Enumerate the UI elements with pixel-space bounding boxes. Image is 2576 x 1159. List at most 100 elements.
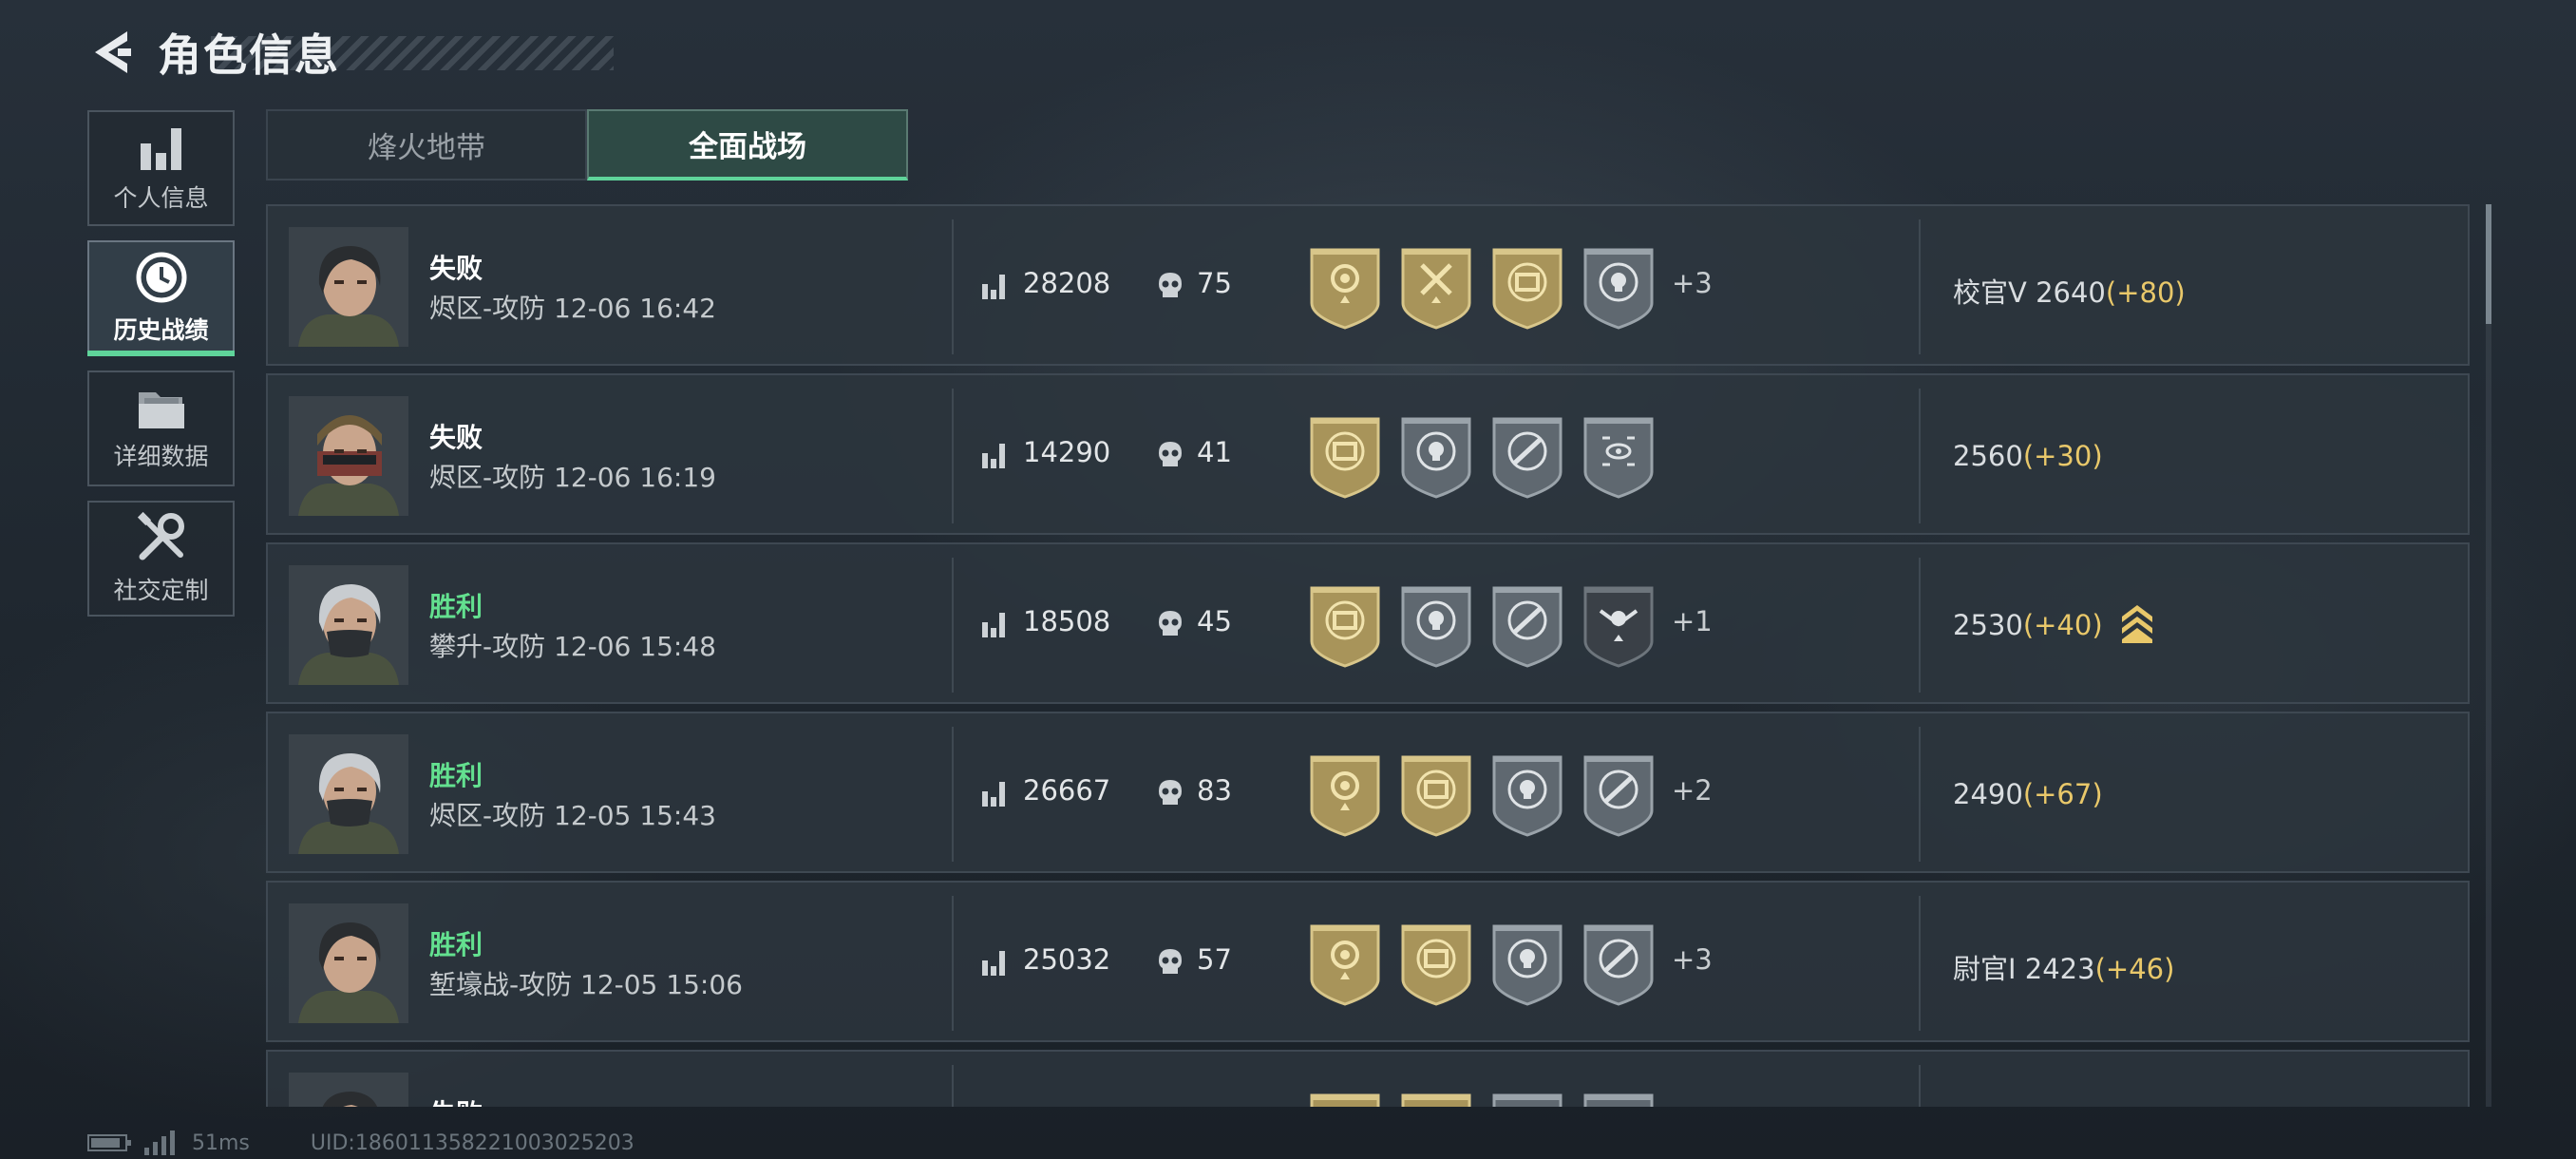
gray-rifle-target-medal-icon[interactable] xyxy=(1490,413,1564,501)
rank-points: 2560 xyxy=(1953,440,2023,472)
gray-rifle-target-medal-icon[interactable] xyxy=(1582,921,1656,1008)
more-medals-count: +1 xyxy=(1672,605,1713,637)
gold-crate-medal-icon[interactable] xyxy=(1308,413,1382,501)
nav-item-match-history[interactable]: 历史战绩 xyxy=(87,240,235,356)
tab-full-battlefield[interactable]: 全面战场 xyxy=(587,109,908,180)
folder-icon xyxy=(138,392,184,428)
match-mode-time: 烬区-攻防 12-06 16:42 xyxy=(429,293,716,324)
back-button[interactable] xyxy=(87,25,135,80)
gray-eye-target-medal-icon[interactable] xyxy=(1582,413,1656,501)
nav-item-detailed-data[interactable]: 详细数据 xyxy=(87,370,235,486)
scroll-thumb[interactable] xyxy=(2486,204,2491,324)
list-scrollbar[interactable] xyxy=(2486,204,2491,1107)
match-kills: 45 xyxy=(1197,605,1232,637)
nav-item-social-custom[interactable]: 社交定制 xyxy=(87,501,235,617)
skull-icon xyxy=(1157,778,1184,810)
row-divider xyxy=(1919,389,1921,523)
gold-flower-medal-icon[interactable] xyxy=(1308,1090,1382,1107)
gold-axes-medal-icon[interactable] xyxy=(1399,244,1473,332)
medal-list xyxy=(1308,244,1673,332)
rank-points: 2423 xyxy=(2024,953,2095,985)
gray-skull-target-medal-icon[interactable] xyxy=(1582,244,1656,332)
rank-title: 校官V xyxy=(1953,276,2036,309)
match-mode-time: 烬区-攻防 12-06 16:19 xyxy=(429,462,716,493)
match-score: 26667 xyxy=(1023,774,1111,807)
nav-item-personal-info[interactable]: 个人信息 xyxy=(87,110,235,226)
match-result: 胜利 xyxy=(429,591,483,622)
match-record-row[interactable]: 失败 烬区-攻防 12-06 16:19 14290 41 2560(+30) xyxy=(266,373,2470,535)
gold-flower-medal-icon[interactable] xyxy=(1308,244,1382,332)
gray-skull-target-medal-icon[interactable] xyxy=(1490,1090,1564,1107)
row-divider xyxy=(1919,219,1921,354)
gold-crate-medal-icon[interactable] xyxy=(1490,244,1564,332)
nav-label-social-custom: 社交定制 xyxy=(113,577,209,604)
status-footer: 51ms UID:1860113582210030252​03 xyxy=(87,1130,635,1155)
gold-crate-medal-icon[interactable] xyxy=(1399,1090,1473,1107)
skull-icon xyxy=(1157,609,1184,641)
rank-points: 2490 xyxy=(1953,778,2023,810)
match-record-row[interactable]: 失败 烬区-攻防 12-06 16:42 28208 75 +3 校官V 2640(+80… xyxy=(266,204,2470,366)
rank-score: 尉官Ⅰ 2423(+46) xyxy=(1953,947,2174,987)
player-avatar xyxy=(289,903,408,1023)
match-result: 失败 xyxy=(429,1093,483,1107)
match-score: 28208 xyxy=(1023,267,1111,299)
match-record-row[interactable]: 胜利 攀升-攻防 12-06 15:48 18508 45 +1 2530(+40) xyxy=(266,542,2470,704)
player-avatar xyxy=(289,396,408,516)
row-divider xyxy=(952,1065,954,1107)
rank-title: 尉官Ⅰ xyxy=(1953,953,2025,985)
player-avatar xyxy=(289,565,408,685)
bar-chart-icon xyxy=(140,128,181,170)
nav-label-detailed-data: 详细数据 xyxy=(113,443,209,470)
gold-crate-medal-icon[interactable] xyxy=(1308,582,1382,670)
tab-hazard-zone[interactable]: 烽火地带 xyxy=(266,109,587,180)
match-score: 18508 xyxy=(1023,605,1111,637)
rank-gain: (+30) xyxy=(2022,440,2103,472)
medal-list xyxy=(1308,751,1673,839)
row-divider xyxy=(952,896,954,1031)
gray-skull-target-medal-icon[interactable] xyxy=(1490,921,1564,1008)
row-divider xyxy=(1919,558,1921,693)
gold-flower-medal-icon[interactable] xyxy=(1308,751,1382,839)
player-avatar xyxy=(289,734,408,854)
match-kills: 83 xyxy=(1197,774,1232,807)
header: 角色信息 xyxy=(87,23,614,82)
match-kills: 75 xyxy=(1197,267,1232,299)
row-divider xyxy=(1919,896,1921,1031)
gold-crate-medal-icon[interactable] xyxy=(1399,921,1473,1008)
gray-rifle-target-medal-icon[interactable] xyxy=(1582,751,1656,839)
score-icon xyxy=(980,440,1009,472)
rank-up-chevron-icon xyxy=(2120,601,2154,647)
match-score: 25032 xyxy=(1023,943,1111,976)
score-icon xyxy=(980,609,1009,641)
back-arrow-icon xyxy=(95,31,131,73)
battery-icon xyxy=(87,1134,131,1151)
gold-crate-medal-icon[interactable] xyxy=(1399,751,1473,839)
clock-history-icon xyxy=(136,252,186,303)
row-divider xyxy=(952,558,954,693)
gray-skull-target-medal-icon[interactable] xyxy=(1399,413,1473,501)
match-result: 失败 xyxy=(429,422,483,453)
score-icon xyxy=(980,947,1009,979)
uid-text: UID:1860113582210030252​03 xyxy=(310,1130,635,1155)
match-mode-time: 攀升-攻防 12-06 15:48 xyxy=(429,631,716,662)
skull-icon xyxy=(1157,440,1184,472)
gold-flower-medal-icon[interactable] xyxy=(1308,921,1382,1008)
medal-list xyxy=(1308,582,1673,670)
gray-skull-target-medal-icon[interactable] xyxy=(1399,582,1473,670)
gray-star-medal-icon[interactable] xyxy=(1582,1090,1656,1107)
match-record-row[interactable]: 胜利 堑壕战-攻防 12-05 15:06 25032 57 +3 尉官Ⅰ 2423(+4… xyxy=(266,881,2470,1042)
score-icon xyxy=(980,271,1009,303)
mode-tabs: 烽火地带 全面战场 xyxy=(266,109,908,180)
rank-score: 2490(+67) xyxy=(1953,778,2103,810)
more-medals-count: +3 xyxy=(1672,267,1713,299)
more-medals-count: +2 xyxy=(1672,774,1713,807)
match-record-row[interactable]: 失败 xyxy=(266,1050,2470,1107)
player-avatar xyxy=(289,1073,408,1107)
gray-rifle-target-medal-icon[interactable] xyxy=(1490,582,1564,670)
nav-label-personal-info: 个人信息 xyxy=(113,184,209,212)
gray-skull-target-medal-icon[interactable] xyxy=(1490,751,1564,839)
match-record-row[interactable]: 胜利 烬区-攻防 12-05 15:43 26667 83 +2 2490(+67) xyxy=(266,712,2470,873)
match-result: 胜利 xyxy=(429,760,483,791)
dark-skull-wings-medal-icon[interactable] xyxy=(1582,582,1656,670)
score-icon xyxy=(980,778,1009,810)
